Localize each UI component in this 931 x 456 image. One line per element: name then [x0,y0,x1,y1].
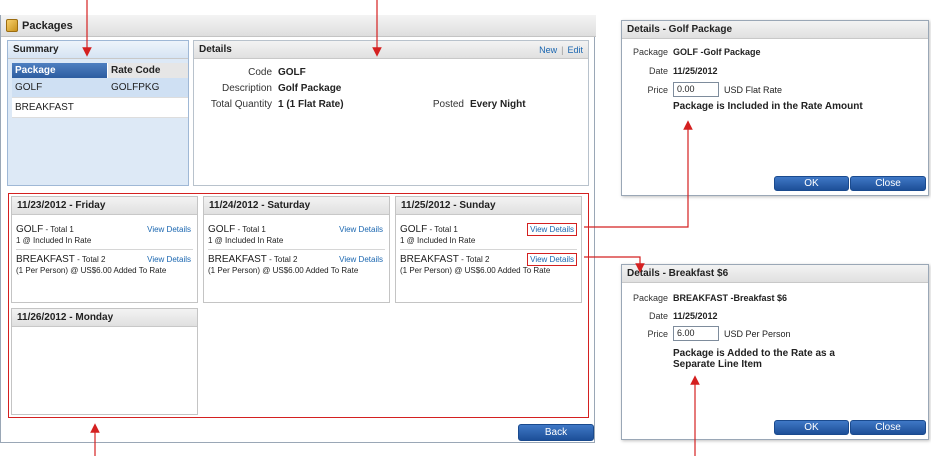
annotation-arrows [82,0,700,456]
arrow-breakfast-popup [584,256,645,273]
arrow-golf-popup [584,120,693,228]
